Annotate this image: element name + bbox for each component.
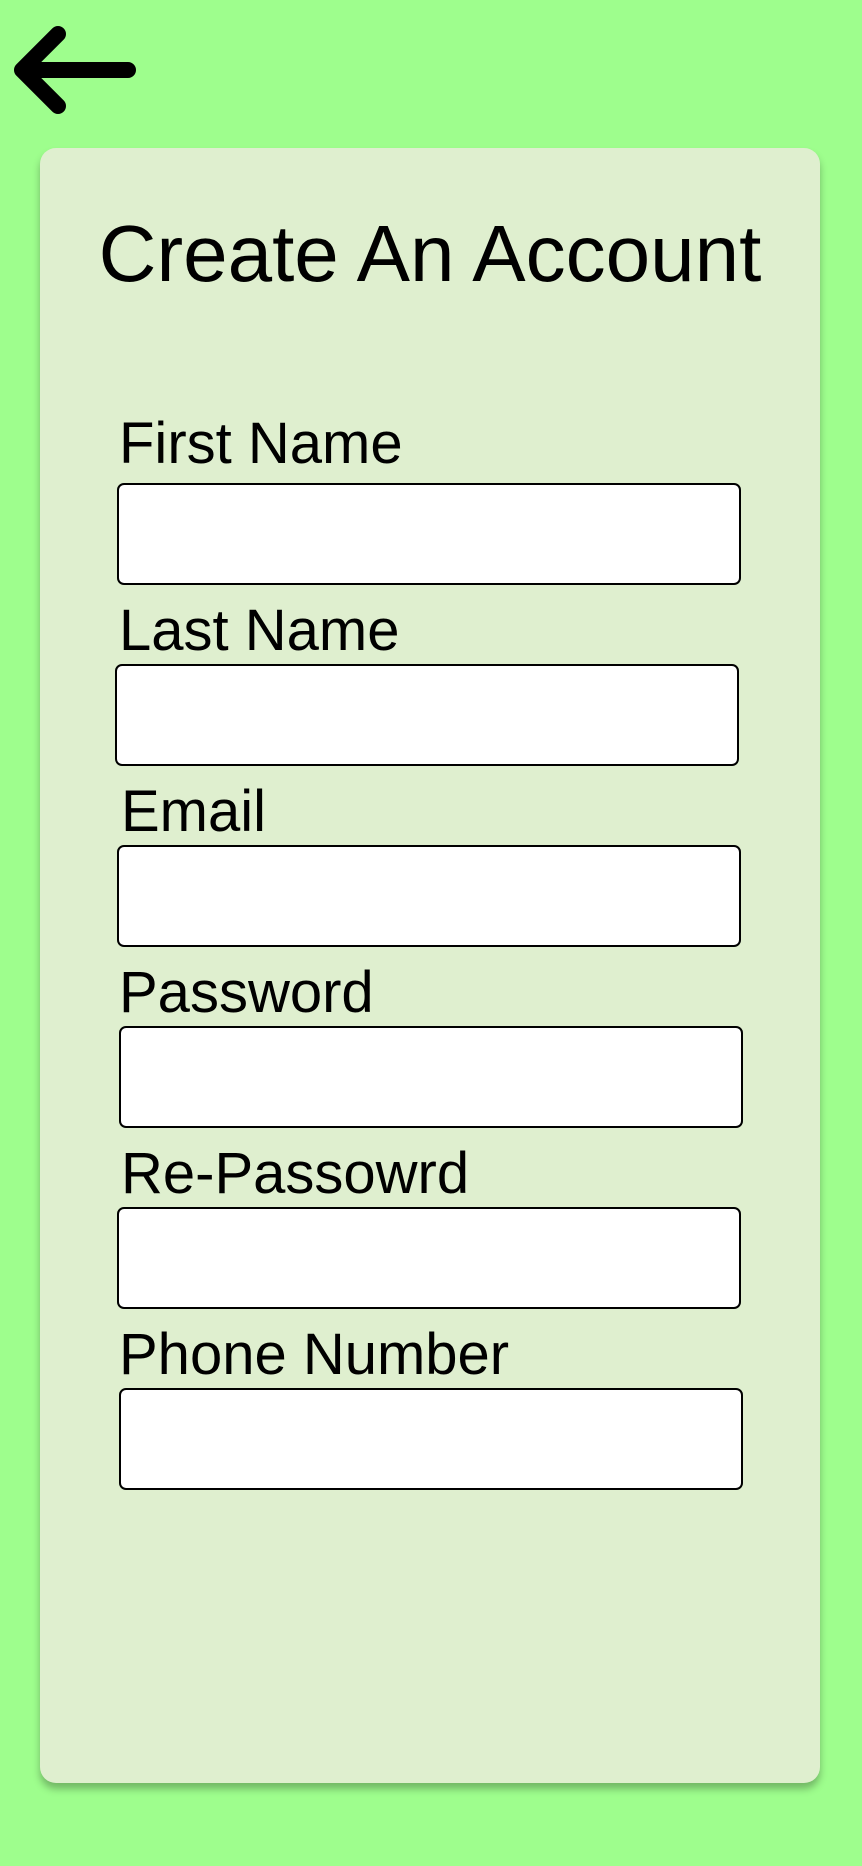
phone-number-label: Phone Number [119,1322,510,1387]
arrow-left-icon [14,26,136,114]
back-button[interactable] [6,22,136,116]
confirm-password-field[interactable] [117,1207,741,1309]
last-name-field[interactable] [115,664,739,766]
first-name-field[interactable] [117,483,741,585]
phone-number-field[interactable] [119,1388,743,1490]
email-field[interactable] [117,845,741,947]
password-label: Password [119,960,374,1025]
confirm-password-label: Re-Passowrd [121,1141,470,1206]
signup-card: Create An Account First Name Last Name E… [40,148,820,1783]
first-name-label: First Name [119,411,403,476]
password-field[interactable] [119,1026,743,1128]
last-name-label: Last Name [119,598,400,663]
page-title: Create An Account [98,209,762,298]
email-label: Email [121,779,267,844]
